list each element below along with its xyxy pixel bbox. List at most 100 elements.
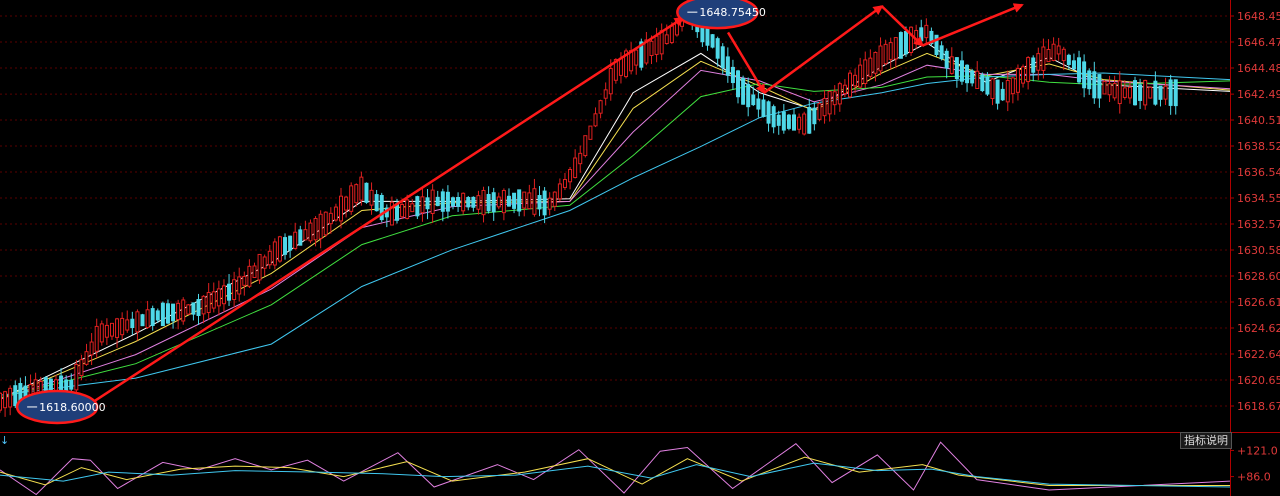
candle-body [344,196,349,211]
y-tick-label: 1638.528 [1237,140,1280,153]
moving-average-lines [0,42,1231,400]
moving-average-line [0,72,1231,396]
candle-body [909,26,914,54]
candle-body [262,256,267,269]
candle-body [736,70,741,98]
candle-body [3,391,8,409]
candle-body [939,45,944,60]
candle-body [573,157,578,179]
candle-body [522,191,527,209]
candle-body [1107,83,1112,96]
moving-average-line [0,42,1231,400]
candle-body [1173,79,1178,107]
y-tick-label: 1618.673 [1237,400,1280,413]
candle-body [308,222,313,242]
candle-body [293,231,298,249]
candle-body [125,319,130,331]
candle-body [903,30,908,55]
candle-body [328,212,333,225]
indicator-help-button[interactable]: 指标说明 [1180,432,1232,449]
candle-body [466,197,471,208]
candle-body [28,384,33,396]
candle-body [751,94,756,106]
candle-body [873,51,878,74]
y-tick-label: 1624.629 [1237,322,1280,335]
candle-body [669,25,674,44]
candle-body [252,265,257,279]
candle-body [593,113,598,127]
candle-body [491,192,496,213]
y-tick-label: 1640.514 [1237,114,1280,127]
candle-body [272,241,277,266]
candle-body [919,27,924,42]
y-tick-label: 1634.557 [1237,192,1280,205]
y-tick-label: 1632.572 [1237,218,1280,231]
candle-body [145,309,150,328]
candle-body [985,76,990,95]
candle-body [1015,67,1020,93]
candle-body [64,379,69,391]
candle-body [812,107,817,125]
candle-body [364,182,369,203]
candle-body [8,387,13,408]
candle-body [975,70,980,89]
candle-body [104,324,109,338]
candle-body [710,34,715,48]
candle-body [1163,85,1168,100]
candle-body [847,72,852,98]
candle-body [1168,79,1173,106]
candle-body [155,310,160,321]
candle-body [400,203,405,218]
candle-body [99,323,104,343]
candle-body [1066,54,1071,65]
candle-body [741,77,746,105]
candle-body [944,50,949,69]
candle-body [853,74,858,87]
candle-body [1092,71,1097,99]
candle-body [257,253,262,281]
candle-body [242,275,247,286]
y-tick-label: 1622.644 [1237,348,1280,361]
candle-body [1082,61,1087,89]
candle-body [354,184,359,204]
candle-body [756,98,761,110]
candle-body [196,299,201,316]
candle-body [990,78,995,100]
candle-body [1010,77,1015,95]
candle-body [496,196,501,208]
candle-body [771,106,776,128]
candle-body [659,30,664,55]
candle-body [221,285,226,305]
candle-body [140,314,145,327]
candle-body [746,83,751,108]
candle-body [435,196,440,207]
candle-body [160,302,165,327]
candle-body [38,380,43,393]
candle-body [766,101,771,124]
candle-body [868,57,873,77]
candle-body [598,100,603,114]
candle-body [211,291,216,309]
oscillator-panel: +121.0 +86.0 [0,441,1278,496]
candle-body [715,38,720,59]
candle-body [405,199,410,219]
candle-body [232,279,237,301]
candle-body [776,114,781,126]
candle-body [247,265,252,287]
candle-body [471,196,476,208]
candle-body [807,106,812,134]
candle-body [1087,70,1092,90]
candle-body [1036,53,1041,71]
candle-body [797,116,802,130]
candle-body [150,308,155,326]
candle-body [339,195,344,222]
candle-body [980,74,985,92]
scroll-down-arrow-icon[interactable]: ↓ [0,434,9,447]
candle-body [1000,88,1005,101]
candle-body [898,32,903,59]
candle-body [445,191,450,212]
candle-body [1041,46,1046,71]
candle-body [410,203,415,213]
candle-body [1143,79,1148,106]
candle-body [542,190,547,216]
